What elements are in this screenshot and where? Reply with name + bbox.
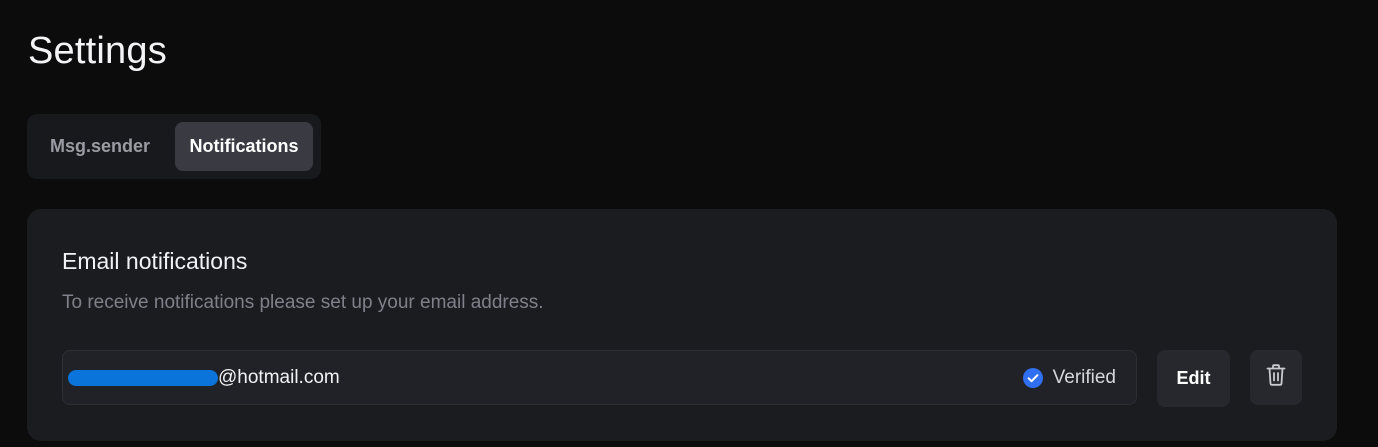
- trash-icon: [1265, 363, 1287, 392]
- verified-label: Verified: [1052, 367, 1116, 388]
- card-title: Email notifications: [62, 248, 248, 274]
- delete-button[interactable]: [1250, 350, 1302, 405]
- tab-msg-sender[interactable]: Msg.sender: [35, 122, 165, 171]
- card-description: To receive notifications please set up y…: [62, 292, 544, 313]
- email-domain: @hotmail.com: [218, 367, 340, 388]
- edit-button[interactable]: Edit: [1157, 350, 1230, 407]
- email-notifications-card: Email notifications To receive notificat…: [27, 209, 1337, 441]
- tab-notifications[interactable]: Notifications: [175, 122, 313, 171]
- check-circle-icon: [1022, 368, 1043, 388]
- redacted-email-username: [68, 370, 218, 386]
- email-field[interactable]: @hotmail.com Verified: [62, 350, 1137, 405]
- verified-badge: Verified: [1022, 366, 1116, 390]
- page-title: Settings: [28, 30, 167, 72]
- settings-tabs: Msg.sender Notifications: [27, 114, 321, 179]
